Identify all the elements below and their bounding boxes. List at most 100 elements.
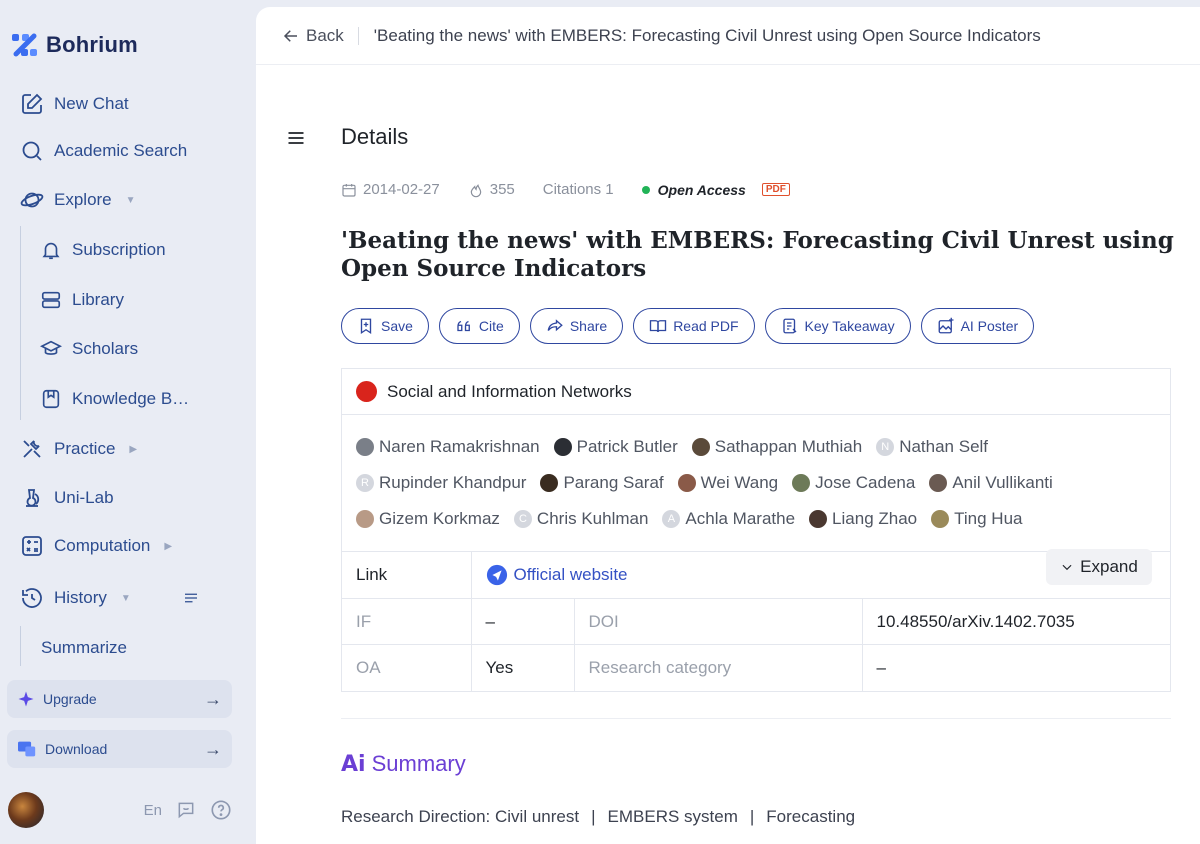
chevron-right-icon: ▶ bbox=[129, 443, 138, 455]
save-button[interactable]: Save bbox=[341, 308, 429, 344]
key-takeaway-label: Key Takeaway bbox=[804, 318, 895, 334]
author-item[interactable]: Parang Saraf bbox=[540, 473, 664, 493]
sidebar-item-academic-search[interactable]: Academic Search bbox=[20, 137, 187, 165]
sidebar-item-scholars[interactable]: Scholars bbox=[40, 335, 138, 363]
author-item[interactable]: Ting Hua bbox=[931, 509, 1022, 529]
official-website-label: Official website bbox=[513, 565, 628, 584]
history-item-label: Summarize bbox=[41, 638, 127, 657]
upgrade-button[interactable]: Upgrade → bbox=[7, 680, 232, 718]
sidebar-item-label: Scholars bbox=[72, 339, 139, 358]
author-name: Nathan Self bbox=[899, 437, 989, 456]
send-icon bbox=[486, 564, 507, 586]
author-name: Liang Zhao bbox=[832, 509, 918, 528]
author-avatar bbox=[553, 438, 572, 456]
author-name: Parang Saraf bbox=[563, 473, 664, 492]
author-item[interactable]: Sathappan Muthiah bbox=[691, 437, 862, 457]
sidebar-item-library[interactable]: Library bbox=[40, 286, 124, 314]
back-button[interactable]: Back bbox=[282, 26, 344, 46]
author-item[interactable]: Naren Ramakrishnan bbox=[356, 437, 540, 457]
journal-row[interactable]: Social and Information Networks bbox=[342, 369, 1170, 415]
journal-logo-icon bbox=[356, 381, 377, 402]
author-avatar bbox=[931, 510, 950, 528]
sidebar-item-label: New Chat bbox=[54, 94, 129, 113]
key-takeaway-button[interactable]: Key Takeaway bbox=[764, 308, 911, 344]
sidebar-item-knowledge-base[interactable]: Knowledge B… bbox=[40, 385, 189, 413]
author-avatar: N bbox=[876, 438, 895, 456]
sidebar-item-explore[interactable]: Explore ▼ bbox=[20, 186, 136, 214]
expand-label: Expand bbox=[1080, 557, 1138, 576]
calendar-icon bbox=[342, 183, 356, 197]
sidebar-item-computation[interactable]: Computation ▶ bbox=[20, 532, 172, 560]
history-icon bbox=[22, 588, 42, 608]
read-pdf-label: Read PDF bbox=[673, 318, 739, 334]
share-button[interactable]: Share bbox=[529, 308, 624, 344]
menu-icon[interactable] bbox=[286, 128, 306, 148]
author-item[interactable]: Wei Wang bbox=[677, 473, 778, 493]
doi-value[interactable]: 10.48550/arXiv.1402.7035 bbox=[861, 598, 1170, 645]
author-item[interactable]: A Achla Marathe bbox=[662, 509, 795, 529]
sidebar: Bohrium New Chat Academic Search Explore… bbox=[0, 0, 256, 844]
logo[interactable]: Bohrium bbox=[10, 30, 138, 60]
sidebar-item-uni-lab[interactable]: Uni-Lab bbox=[20, 484, 114, 512]
bell-icon bbox=[42, 242, 60, 260]
summary-heading: Ai Summary bbox=[341, 751, 466, 777]
details-heading: Details bbox=[341, 124, 409, 149]
save-label: Save bbox=[381, 318, 413, 334]
author-avatar: A bbox=[662, 510, 681, 528]
author-item[interactable]: Jose Cadena bbox=[792, 473, 915, 493]
sidebar-item-label: Academic Search bbox=[54, 141, 188, 160]
sidebar-item-practice[interactable]: Practice ▶ bbox=[20, 435, 137, 463]
author-item[interactable]: Patrick Butler bbox=[553, 437, 678, 457]
arrow-left-icon bbox=[283, 29, 297, 42]
share-label: Share bbox=[569, 318, 608, 334]
expand-authors-button[interactable]: Expand bbox=[1046, 549, 1152, 585]
sidebar-item-subscription[interactable]: Subscription bbox=[40, 236, 166, 264]
author-item[interactable]: Gizem Korkmaz bbox=[356, 509, 500, 529]
sidebar-item-new-chat[interactable]: New Chat bbox=[20, 90, 129, 118]
cite-button[interactable]: Cite bbox=[438, 308, 520, 344]
graduation-cap-icon bbox=[40, 340, 62, 355]
open-book-icon bbox=[650, 320, 667, 333]
author-item[interactable]: Liang Zhao bbox=[809, 509, 917, 529]
quote-icon bbox=[457, 320, 470, 332]
link-label: Link bbox=[342, 551, 471, 599]
open-access-label: Open Access bbox=[657, 181, 746, 198]
doi-label: DOI bbox=[573, 598, 862, 645]
avatar[interactable] bbox=[8, 792, 44, 828]
research-category-value: – bbox=[861, 644, 1170, 691]
sidebar-item-label: History bbox=[54, 588, 107, 607]
main-panel: Back 'Beating the news' with EMBERS: For… bbox=[256, 7, 1200, 844]
author-item[interactable]: N Nathan Self bbox=[876, 437, 988, 457]
author-avatar bbox=[677, 474, 696, 492]
ai-poster-button[interactable]: AI Poster bbox=[920, 308, 1035, 344]
author-item[interactable]: R Rupinder Khandpur bbox=[356, 473, 526, 493]
author-avatar bbox=[792, 474, 811, 492]
author-item[interactable]: Anil Vullikanti bbox=[929, 473, 1053, 493]
feedback-icon[interactable] bbox=[176, 800, 196, 820]
oa-value: Yes bbox=[470, 644, 574, 691]
summary-title: Summary bbox=[371, 751, 466, 776]
read-pdf-button[interactable]: Read PDF bbox=[633, 308, 755, 344]
edit-icon bbox=[22, 93, 43, 114]
app-name: Bohrium bbox=[46, 32, 138, 57]
author-name: Naren Ramakrishnan bbox=[379, 437, 540, 456]
language-switch[interactable]: En bbox=[144, 802, 162, 819]
sidebar-item-label: Uni-Lab bbox=[54, 488, 114, 507]
pdf-badge[interactable]: PDF bbox=[761, 183, 790, 196]
help-icon[interactable] bbox=[210, 799, 232, 821]
download-button[interactable]: Download → bbox=[7, 730, 232, 768]
author-name: Rupinder Khandpur bbox=[379, 473, 527, 492]
author-avatar bbox=[540, 474, 559, 492]
if-value: – bbox=[470, 598, 574, 645]
history-item-summarize[interactable]: Summarize bbox=[41, 634, 127, 662]
sidebar-item-history[interactable]: History ▼ bbox=[20, 584, 200, 612]
author-name: Anil Vullikanti bbox=[952, 473, 1053, 492]
publish-date: 2014-02-27 bbox=[363, 181, 440, 198]
list-icon[interactable] bbox=[182, 589, 200, 607]
author-item[interactable]: C Chris Kuhlman bbox=[513, 509, 648, 529]
flame-icon bbox=[470, 183, 482, 197]
share-icon bbox=[547, 319, 563, 332]
table-row: OA Yes Research category – bbox=[342, 644, 1170, 691]
author-avatar: C bbox=[513, 510, 532, 528]
library-icon bbox=[41, 291, 61, 309]
